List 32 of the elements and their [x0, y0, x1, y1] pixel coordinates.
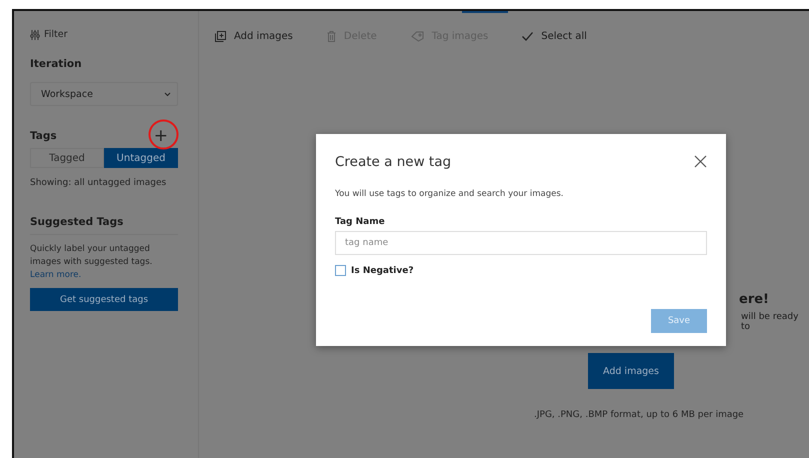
- filter-tab[interactable]: Untagged: [104, 148, 178, 168]
- tag-name-field[interactable]: tag name: [335, 231, 707, 255]
- filter-label[interactable]: Filter: [44, 29, 68, 40]
- field-label: Tag Name: [335, 217, 386, 227]
- add-button[interactable]: Add images: [215, 30, 293, 42]
- iteration-dropdown[interactable]: Workspace: [30, 82, 178, 106]
- filter-icon: [30, 30, 40, 40]
- learn-more-link[interactable]: Learn more.: [30, 270, 82, 280]
- add-image-icon: [215, 30, 226, 42]
- checkbox[interactable]: [335, 265, 346, 276]
- select-all-button[interactable]: Select all: [522, 30, 587, 42]
- suggested-description: Quickly label your untagged images with suggested tags. Learn more.: [30, 243, 154, 282]
- filter-tab[interactable]: Tagged: [30, 148, 104, 168]
- checkmark-icon: [522, 32, 534, 40]
- highlight-circle: [148, 119, 179, 150]
- section-heading: Tags: [30, 130, 57, 142]
- section-heading: Suggested Tags: [30, 216, 178, 235]
- close-icon: [694, 155, 706, 168]
- trash-icon: [326, 30, 336, 42]
- section-heading: Iteration: [30, 58, 83, 70]
- suggested-tags-button[interactable]: Get suggested tags: [30, 288, 178, 311]
- add-images-button[interactable]: Add images: [588, 353, 674, 389]
- checkbox-label: Is Negative?: [351, 266, 414, 276]
- showing-text: Showing: all untagged images: [30, 178, 168, 188]
- dialog-title: Create a new tag: [335, 154, 452, 170]
- empty-state-text: will be ready to: [741, 312, 800, 332]
- chevron-icon: [164, 92, 171, 96]
- empty-state-heading: ere!: [739, 292, 770, 307]
- dialog-description: You will use tags to organize and search your images.: [335, 189, 564, 199]
- tag-icon: [410, 30, 424, 42]
- close-button[interactable]: [693, 155, 707, 169]
- format-hint: .JPG, .PNG, .BMP format, up to 6 MB per image: [534, 410, 745, 420]
